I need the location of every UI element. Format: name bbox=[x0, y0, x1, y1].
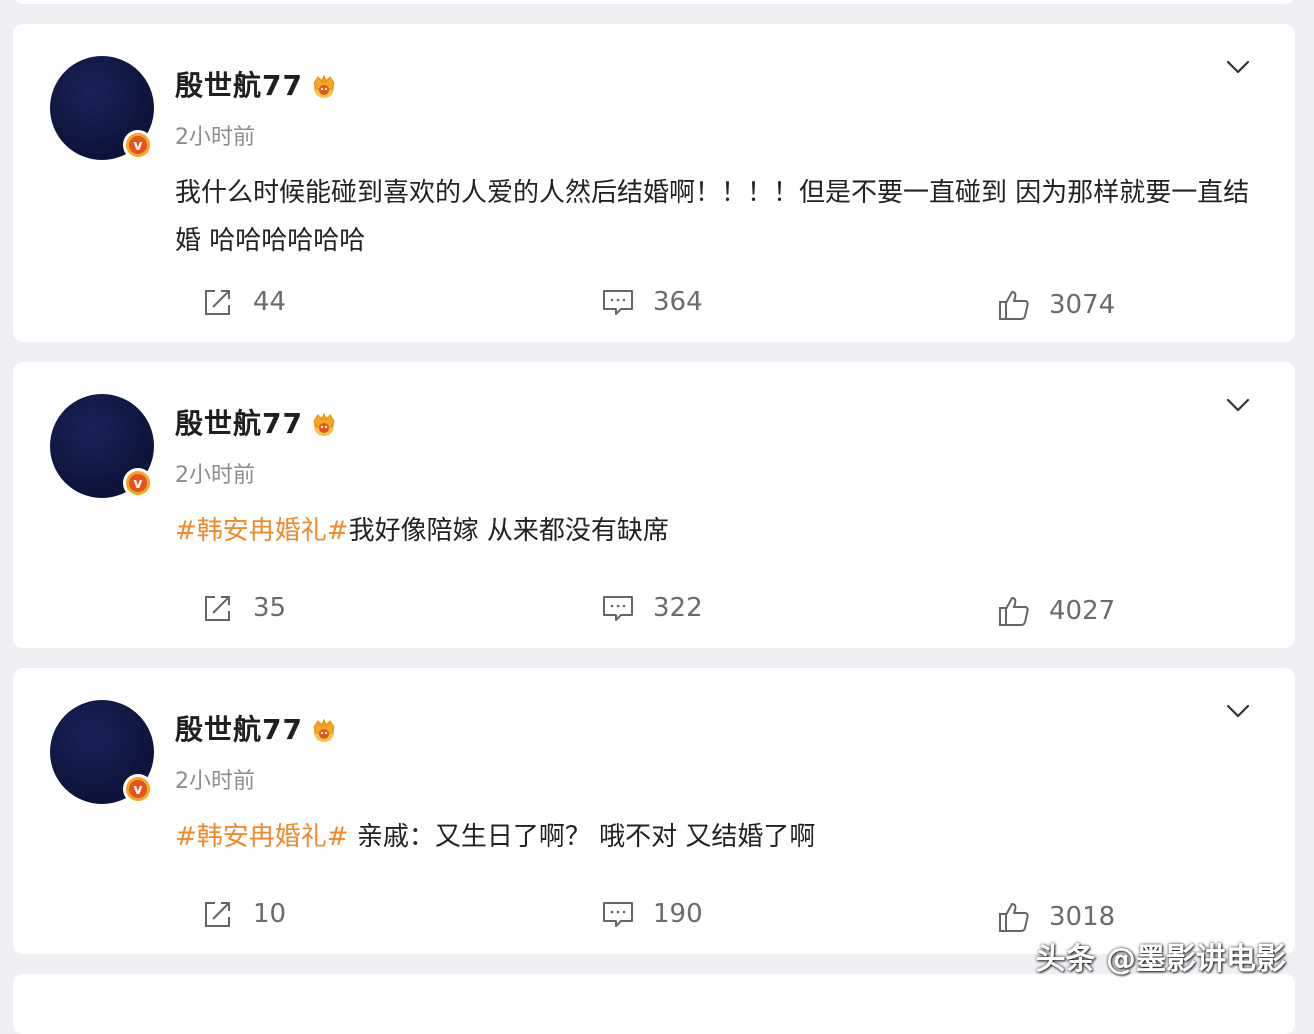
post-card: v 殷世航77 2小时前 我什么时候能碰到喜欢的人爱的人然后结婚啊！！！！但是不… bbox=[13, 24, 1295, 342]
post-actions: 10 190 3018 bbox=[13, 894, 1295, 934]
partial-card-bottom bbox=[13, 974, 1295, 1034]
post-content: 我什么时候能碰到喜欢的人爱的人然后结婚啊！！！！但是不要一直碰到 因为那样就要一… bbox=[175, 169, 1255, 265]
username[interactable]: 殷世航77 bbox=[175, 708, 303, 748]
chevron-down-icon[interactable] bbox=[1225, 54, 1251, 80]
post-actions: 44 364 3074 bbox=[13, 282, 1295, 322]
post-time: 2小时前 bbox=[175, 125, 255, 150]
repost-count: 10 bbox=[253, 899, 287, 929]
post-text: 我好像陪嫁 从来都没有缺席 bbox=[348, 516, 669, 546]
repost-button[interactable]: 10 bbox=[201, 894, 286, 934]
chevron-down-icon[interactable] bbox=[1225, 698, 1251, 724]
like-button[interactable]: 3074 bbox=[997, 285, 1115, 325]
comment-icon bbox=[603, 290, 633, 315]
verified-badge-icon: v bbox=[123, 774, 153, 804]
post-actions: 35 322 4027 bbox=[13, 588, 1295, 628]
repost-button[interactable]: 44 bbox=[201, 282, 286, 322]
like-button[interactable]: 4027 bbox=[997, 591, 1115, 631]
comment-button[interactable]: 190 bbox=[601, 894, 703, 934]
post-time: 2小时前 bbox=[175, 769, 255, 794]
comment-count: 364 bbox=[653, 287, 703, 317]
chevron-down-icon[interactable] bbox=[1225, 392, 1251, 418]
post-content: #韩安冉婚礼#我好像陪嫁 从来都没有缺席 bbox=[175, 507, 1255, 555]
crown-icon bbox=[313, 718, 335, 742]
username[interactable]: 殷世航77 bbox=[175, 402, 303, 442]
repost-count: 35 bbox=[253, 593, 287, 623]
repost-button[interactable]: 35 bbox=[201, 588, 286, 628]
comment-count: 322 bbox=[653, 593, 703, 623]
repost-icon bbox=[205, 902, 230, 927]
repost-icon bbox=[205, 596, 230, 621]
hashtag-link[interactable]: #韩安冉婚礼# bbox=[175, 822, 349, 852]
like-count: 3074 bbox=[1049, 290, 1116, 320]
post-card: v 殷世航77 2小时前 #韩安冉婚礼#我好像陪嫁 从来都没有缺席 35 322… bbox=[13, 362, 1295, 648]
crown-icon bbox=[313, 74, 335, 98]
comment-icon bbox=[603, 596, 633, 621]
like-icon bbox=[999, 903, 1029, 932]
comment-icon bbox=[603, 902, 633, 927]
like-icon bbox=[999, 597, 1029, 626]
post-time: 2小时前 bbox=[175, 463, 255, 488]
post-content: #韩安冉婚礼# 亲戚：又生日了啊？ 哦不对 又结婚了啊 bbox=[175, 813, 1255, 861]
post-text: 亲戚：又生日了啊？ 哦不对 又结婚了啊 bbox=[348, 822, 816, 852]
partial-card-top bbox=[13, 0, 1295, 4]
like-icon bbox=[999, 291, 1029, 320]
verified-badge-icon: v bbox=[123, 468, 153, 498]
comment-count: 190 bbox=[653, 899, 703, 929]
watermark: 头条 @墨影讲电影 bbox=[1035, 942, 1286, 977]
repost-icon bbox=[205, 290, 230, 315]
post-card: v 殷世航77 2小时前 #韩安冉婚礼# 亲戚：又生日了啊？ 哦不对 又结婚了啊… bbox=[13, 668, 1295, 954]
like-button[interactable]: 3018 bbox=[997, 897, 1115, 937]
post-text: 我什么时候能碰到喜欢的人爱的人然后结婚啊！！！！但是不要一直碰到 因为那样就要一… bbox=[175, 178, 1250, 256]
comment-button[interactable]: 322 bbox=[601, 588, 703, 628]
hashtag-link[interactable]: #韩安冉婚礼# bbox=[175, 516, 349, 546]
comment-button[interactable]: 364 bbox=[601, 282, 703, 322]
like-count: 3018 bbox=[1049, 902, 1116, 932]
username[interactable]: 殷世航77 bbox=[175, 64, 303, 104]
repost-count: 44 bbox=[253, 287, 287, 317]
like-count: 4027 bbox=[1049, 596, 1116, 626]
verified-badge-icon: v bbox=[123, 130, 153, 160]
crown-icon bbox=[313, 412, 335, 436]
